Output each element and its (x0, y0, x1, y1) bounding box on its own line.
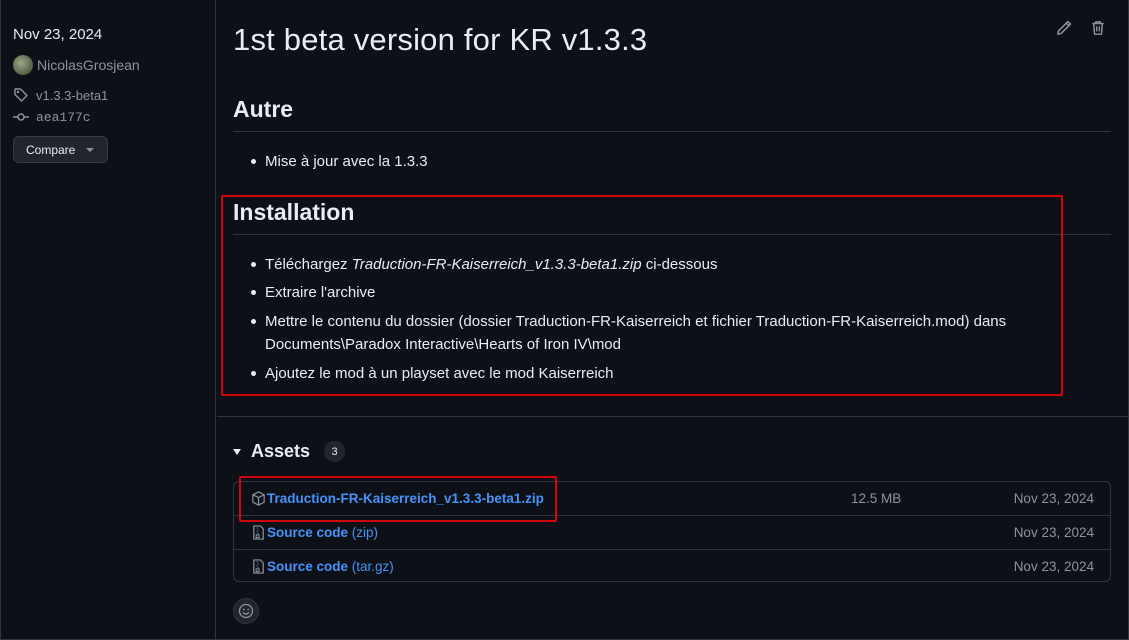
triangle-down-icon (233, 448, 241, 455)
assets-toggle[interactable]: Assets 3 (233, 441, 346, 462)
heading-autre: Autre (233, 96, 294, 122)
release-title: 1st beta version for KR v1.3.3 (233, 22, 648, 57)
pencil-icon[interactable] (1055, 19, 1073, 37)
asset-highlight (239, 476, 557, 522)
release-body: 1st beta version for KR v1.3.3 Autre Mis… (217, 0, 1129, 640)
asset-date: Nov 23, 2024 (1013, 559, 1094, 574)
compare-label: Compare (26, 142, 76, 157)
file-zip-icon (253, 559, 264, 574)
release-date: Nov 23, 2024 (13, 26, 103, 43)
asset-link[interactable]: Source code (tar.gz) (267, 559, 394, 574)
asset-row: Source code (tar.gz) Nov 23, 2024 (234, 550, 1110, 583)
list-item: Mise à jour avec la 1.3.3 (251, 150, 428, 173)
commit-hash[interactable]: aea177c (36, 110, 91, 125)
asset-link[interactable]: Source code (zip) (267, 525, 378, 540)
commit-link[interactable]: aea177c (13, 109, 91, 125)
chevron-down-icon (86, 147, 95, 152)
avatar[interactable] (13, 55, 33, 75)
heading-divider (233, 131, 1111, 132)
add-reaction-button[interactable] (233, 598, 259, 624)
trash-icon[interactable] (1089, 19, 1107, 37)
tag-link[interactable]: v1.3.3-beta1 (13, 87, 108, 103)
installation-highlight (221, 195, 1063, 396)
asset-name[interactable]: Source code (267, 559, 348, 574)
section-divider (217, 416, 1129, 417)
smiley-icon (238, 603, 254, 619)
compare-button[interactable]: Compare (13, 136, 108, 163)
asset-name[interactable]: Source code (267, 525, 348, 540)
author-name[interactable]: NicolasGrosjean (37, 57, 140, 73)
commit-icon (13, 113, 29, 121)
asset-date: Nov 23, 2024 (1013, 525, 1094, 540)
asset-format[interactable]: (tar.gz) (348, 559, 394, 574)
assets-title: Assets (251, 441, 311, 461)
release-sidebar: Nov 23, 2024 NicolasGrosjean v1.3.3-beta… (0, 0, 216, 640)
assets-count-badge: 3 (324, 441, 346, 462)
file-zip-icon (253, 525, 264, 540)
asset-format[interactable]: (zip) (348, 525, 378, 540)
tag-label[interactable]: v1.3.3-beta1 (36, 88, 108, 103)
asset-size: 12.5 MB (851, 491, 902, 506)
autre-list: Mise à jour avec la 1.3.3 (251, 150, 428, 173)
asset-date: Nov 23, 2024 (1013, 491, 1094, 506)
tag-icon (14, 88, 28, 102)
author-link[interactable]: NicolasGrosjean (13, 55, 140, 75)
